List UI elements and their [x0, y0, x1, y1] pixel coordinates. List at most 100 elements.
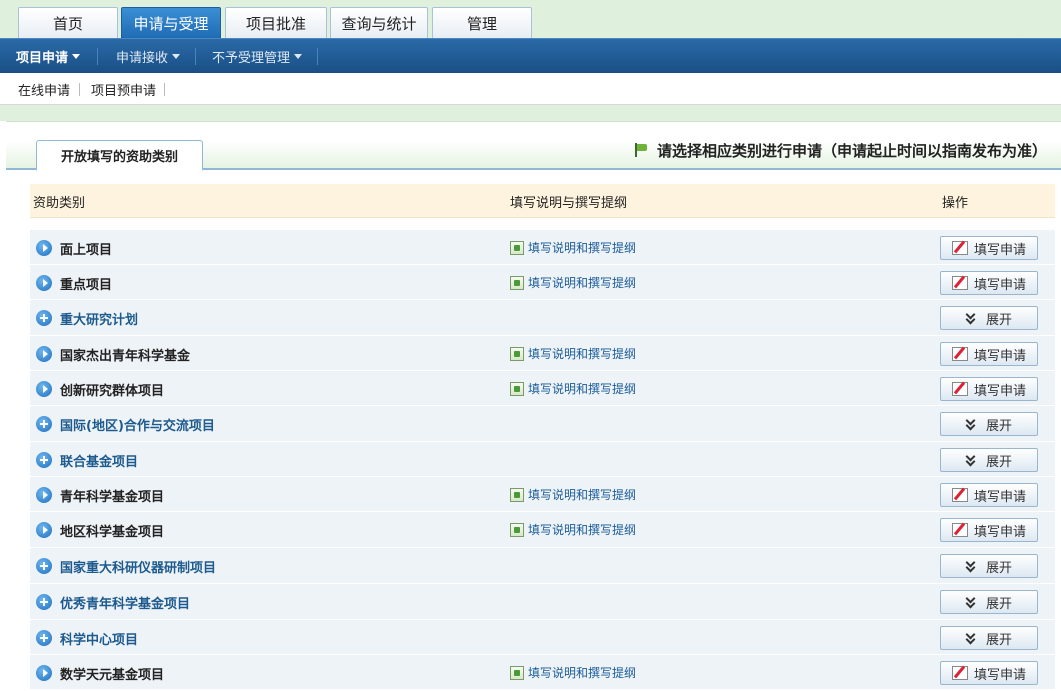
- nav-divider: [195, 48, 196, 65]
- table-row: 面上项目 填写说明和撰写提纲 填写申请: [30, 230, 1055, 265]
- nav-apply-receive-label: 申请接收: [116, 50, 169, 66]
- row-category-name[interactable]: 联合基金项目: [60, 451, 138, 470]
- row-category-name: 青年科学基金项目: [60, 490, 165, 505]
- subnav-divider: [79, 83, 80, 96]
- fill-apply-button[interactable]: 填写申请: [940, 661, 1038, 685]
- row-category-name[interactable]: 重大研究计划: [60, 309, 138, 328]
- row-category-name[interactable]: 国家重大科研仪器研制项目: [60, 557, 216, 576]
- row-category-name[interactable]: 国际(地区)合作与交流项目: [60, 415, 215, 434]
- fill-apply-button[interactable]: 填写申请: [940, 271, 1038, 295]
- guide-link[interactable]: 填写说明和撰写提纲: [510, 664, 636, 681]
- tab-home[interactable]: 首页: [18, 7, 118, 38]
- edit-icon: [951, 666, 968, 680]
- fill-apply-button[interactable]: 填写申请: [940, 518, 1038, 542]
- column-header-guide: 填写说明与撰写提纲: [510, 195, 628, 211]
- plus-circle-icon[interactable]: [36, 452, 52, 468]
- document-icon: [510, 240, 524, 255]
- table-row: 国际(地区)合作与交流项目 展开: [30, 406, 1055, 442]
- tab-project-approval[interactable]: 项目批准: [225, 7, 327, 38]
- subnav-online-apply[interactable]: 在线申请: [18, 73, 70, 105]
- row-category-name[interactable]: 科学中心项目: [60, 629, 138, 648]
- spacer: [0, 105, 1061, 121]
- button-label: 展开: [985, 632, 1012, 648]
- guide-link[interactable]: 填写说明和撰写提纲: [510, 345, 636, 362]
- guide-link[interactable]: 填写说明和撰写提纲: [510, 486, 636, 503]
- expand-button[interactable]: 展开: [940, 412, 1038, 436]
- nav-divider: [97, 48, 98, 65]
- document-icon: [510, 487, 524, 502]
- document-icon: [510, 522, 524, 537]
- double-chevron-down-icon: [966, 632, 976, 644]
- nav-project-apply[interactable]: 项目申请: [16, 39, 81, 73]
- button-label: 展开: [985, 418, 1012, 434]
- document-icon: [510, 275, 524, 290]
- plus-circle-icon[interactable]: [36, 630, 52, 646]
- row-category-name: 地区科学基金项目: [60, 525, 165, 540]
- tab-query-stats[interactable]: 查询与统计: [330, 7, 428, 38]
- edit-icon: [951, 347, 968, 361]
- nav-divider: [317, 48, 318, 65]
- nav-project-apply-label: 项目申请: [16, 50, 69, 66]
- arrow-circle-icon: [36, 275, 52, 291]
- button-label: 填写申请: [973, 524, 1026, 540]
- expand-button[interactable]: 展开: [940, 448, 1038, 472]
- guide-link[interactable]: 填写说明和撰写提纲: [510, 380, 636, 397]
- subnav-pre-apply[interactable]: 项目预申请: [91, 73, 156, 105]
- table-row: 青年科学基金项目 填写说明和撰写提纲 填写申请: [30, 477, 1055, 512]
- double-chevron-down-icon: [966, 418, 976, 430]
- guide-link-label: 填写说明和撰写提纲: [528, 523, 637, 537]
- button-label: 填写申请: [973, 667, 1026, 683]
- guide-link[interactable]: 填写说明和撰写提纲: [510, 274, 636, 291]
- plus-circle-icon[interactable]: [36, 310, 52, 326]
- main-nav: 项目申请 申请接收 不予受理管理: [0, 38, 1061, 73]
- expand-button[interactable]: 展开: [940, 590, 1038, 614]
- document-icon: [510, 665, 524, 680]
- nav-reject-manage[interactable]: 不予受理管理: [212, 39, 303, 73]
- fill-apply-button[interactable]: 填写申请: [940, 483, 1038, 507]
- expand-button[interactable]: 展开: [940, 554, 1038, 578]
- table-header: 资助类别 填写说明与撰写提纲 操作: [30, 184, 1055, 218]
- row-category-name: 面上项目: [60, 243, 113, 258]
- chevron-down-icon: [294, 53, 303, 59]
- hint-label: 请选择相应类别进行申请（申请起止时间以指南发布为准）: [656, 141, 1047, 160]
- guide-link-label: 填写说明和撰写提纲: [528, 347, 637, 361]
- button-label: 填写申请: [973, 277, 1026, 293]
- row-category-name[interactable]: 优秀青年科学基金项目: [60, 593, 190, 612]
- arrow-circle-icon: [36, 487, 52, 503]
- fill-apply-button[interactable]: 填写申请: [940, 377, 1038, 401]
- arrow-circle-icon: [36, 522, 52, 538]
- nav-apply-receive[interactable]: 申请接收: [116, 39, 181, 73]
- button-label: 展开: [985, 596, 1012, 612]
- edit-icon: [951, 488, 968, 502]
- expand-button[interactable]: 展开: [940, 306, 1038, 330]
- guide-link-label: 填写说明和撰写提纲: [528, 382, 637, 396]
- column-header-category: 资助类别: [33, 195, 86, 211]
- guide-link-label: 填写说明和撰写提纲: [528, 276, 637, 290]
- tab-apply-accept[interactable]: 申请与受理: [121, 7, 221, 38]
- button-label: 填写申请: [973, 348, 1026, 364]
- section-tab[interactable]: 开放填写的资助类别: [36, 140, 203, 171]
- edit-icon: [951, 241, 968, 255]
- plus-circle-icon[interactable]: [36, 558, 52, 574]
- expand-button[interactable]: 展开: [940, 626, 1038, 650]
- arrow-circle-icon: [36, 665, 52, 681]
- guide-link[interactable]: 填写说明和撰写提纲: [510, 239, 636, 256]
- fill-apply-button[interactable]: 填写申请: [940, 236, 1038, 260]
- table-row: 数学天元基金项目 填写说明和撰写提纲 填写申请: [30, 655, 1055, 690]
- table-row: 重点项目 填写说明和撰写提纲 填写申请: [30, 265, 1055, 300]
- table-row: 地区科学基金项目 填写说明和撰写提纲 填写申请: [30, 512, 1055, 548]
- double-chevron-down-icon: [966, 312, 976, 324]
- document-icon: [510, 346, 524, 361]
- document-icon: [510, 381, 524, 396]
- sub-nav: 在线申请 项目预申请: [0, 73, 1061, 105]
- table-row: 优秀青年科学基金项目 展开: [30, 584, 1055, 620]
- plus-circle-icon[interactable]: [36, 416, 52, 432]
- double-chevron-down-icon: [966, 454, 976, 466]
- table-row: 科学中心项目 展开: [30, 620, 1055, 655]
- plus-circle-icon[interactable]: [36, 594, 52, 610]
- edit-icon: [951, 382, 968, 396]
- fill-apply-button[interactable]: 填写申请: [940, 342, 1038, 366]
- tab-manage[interactable]: 管理: [432, 7, 532, 38]
- guide-link[interactable]: 填写说明和撰写提纲: [510, 521, 636, 538]
- button-label: 展开: [985, 312, 1012, 328]
